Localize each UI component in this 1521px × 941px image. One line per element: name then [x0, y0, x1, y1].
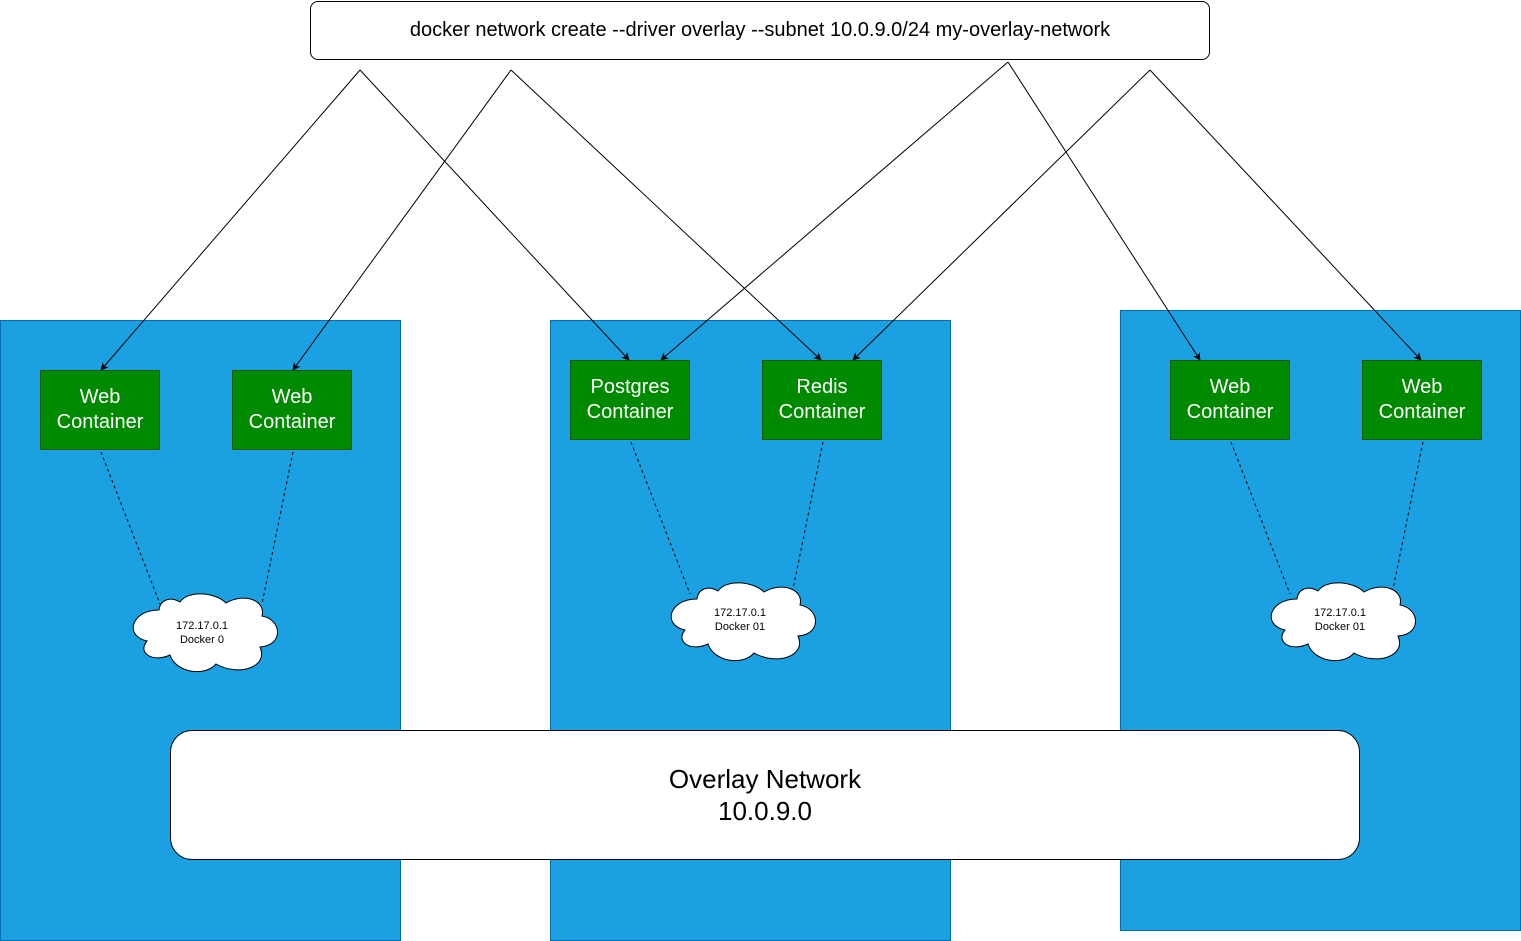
- command-box: docker network create --driver overlay -…: [310, 1, 1210, 60]
- overlay-network-title: Overlay Network: [668, 764, 862, 794]
- arrow-cmd-to-web-1: [100, 69, 361, 371]
- bridge-ip: 172.17.0.1: [176, 620, 228, 632]
- web-container: Web Container: [1362, 360, 1482, 440]
- container-label-line2: Container: [1378, 401, 1466, 423]
- postgres-container: Postgres Container: [570, 360, 690, 440]
- arrow-cmd-to-postgres-a: [359, 69, 630, 361]
- web-container: Web Container: [1170, 360, 1290, 440]
- dashed-link-postgres: [630, 441, 691, 595]
- web-container: Web Container: [232, 370, 352, 450]
- overlay-network-box: Overlay Network 10.0.9.0: [170, 730, 1360, 860]
- bridge-name: Docker 01: [1314, 621, 1366, 633]
- container-label-line2: Container: [1186, 401, 1274, 423]
- dashed-link-web-4: [1391, 441, 1424, 595]
- dashed-link-web-3: [1230, 441, 1291, 595]
- container-label-line2: Container: [248, 411, 336, 433]
- bridge-name: Docker 0: [179, 634, 225, 646]
- bridge-ip: 172.17.0.1: [1314, 607, 1366, 619]
- container-label-line1: Web: [1209, 376, 1251, 398]
- web-container: Web Container: [40, 370, 160, 450]
- container-label-line1: Postgres: [590, 376, 670, 398]
- arrow-cmd-to-redis-b: [852, 69, 1151, 361]
- bridge-label-2: 172.17.0.1 Docker 01: [670, 606, 810, 634]
- dashed-link-web-1: [100, 451, 161, 605]
- arrow-cmd-to-redis-a: [510, 69, 822, 361]
- container-label-line2: Container: [586, 401, 674, 423]
- container-label-line1: Redis: [796, 376, 848, 398]
- arrow-cmd-to-web-4: [1149, 69, 1422, 361]
- container-label-line2: Container: [56, 411, 144, 433]
- container-label-line1: Web: [271, 386, 313, 408]
- container-label-line1: Web: [1401, 376, 1443, 398]
- bridge-name: Docker 01: [714, 621, 766, 633]
- arrow-cmd-to-web-3: [1007, 61, 1201, 361]
- bridge-label-3: 172.17.0.1 Docker 01: [1270, 606, 1410, 634]
- container-label-line1: Web: [79, 386, 121, 408]
- bridge-ip: 172.17.0.1: [714, 607, 766, 619]
- bridge-label-1: 172.17.0.1 Docker 0: [132, 619, 272, 647]
- overlay-network-subnet: 10.0.9.0: [718, 796, 812, 826]
- redis-container: Redis Container: [762, 360, 882, 440]
- command-text: docker network create --driver overlay -…: [409, 19, 1111, 41]
- dashed-link-web-2: [261, 451, 294, 605]
- arrow-cmd-to-postgres-b: [660, 61, 1009, 361]
- dashed-link-redis: [791, 441, 824, 595]
- container-label-line2: Container: [778, 401, 866, 423]
